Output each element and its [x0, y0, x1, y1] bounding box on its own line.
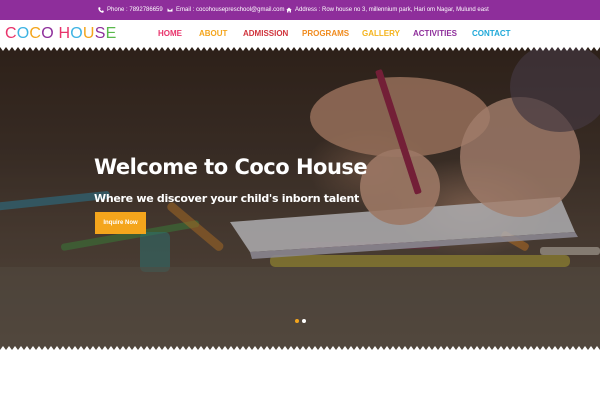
hero-bottom-zigzag-border — [0, 346, 600, 350]
hero-slider: Welcome to Coco House Where we discover … — [0, 47, 600, 350]
logo-letter: O — [16, 25, 30, 42]
hero-subtitle: Where we discover your child's inborn ta… — [94, 192, 359, 205]
logo-letter: E — [105, 25, 117, 42]
email-text: Email : cocohousepreschool@gmail.com — [176, 7, 285, 13]
logo-letter: O — [41, 25, 54, 42]
nav-programs[interactable]: PROGRAMS — [302, 29, 349, 38]
slider-dot-1[interactable] — [295, 319, 299, 323]
address-text: Address : Row house no 3, millennium par… — [295, 7, 489, 13]
logo-letter: O — [70, 25, 83, 42]
logo-letter: S — [94, 25, 106, 42]
logo-letter: C — [29, 25, 42, 42]
logo-letter: U — [82, 25, 95, 42]
nav-gallery[interactable]: GALLERY — [362, 29, 400, 38]
hero-top-zigzag-border — [0, 47, 600, 51]
envelope-icon — [167, 7, 173, 13]
phone-text: Phone : 7892786659 — [107, 7, 163, 13]
home-icon — [286, 7, 292, 13]
nav-contact[interactable]: CONTACT — [472, 29, 511, 38]
hero-title: Welcome to Coco House — [94, 155, 368, 179]
top-info-bar: Phone : 7892786659 Email : cocohousepres… — [0, 0, 600, 20]
nav-about[interactable]: ABOUT — [199, 29, 227, 38]
nav-admission[interactable]: ADMISSION — [243, 29, 288, 38]
site-logo[interactable]: COCO HOUSE — [5, 25, 116, 43]
slider-dot-2[interactable] — [302, 319, 306, 323]
address-info: Address : Row house no 3, millennium par… — [286, 7, 489, 13]
logo-letter: C — [5, 25, 17, 42]
nav-home[interactable]: HOME — [158, 29, 182, 38]
logo-letter: H — [58, 25, 71, 42]
main-navbar: COCO HOUSE HOME ABOUT ADMISSION PROGRAMS… — [0, 20, 600, 47]
email-info[interactable]: Email : cocohousepreschool@gmail.com — [167, 7, 284, 13]
phone-info[interactable]: Phone : 7892786659 — [98, 7, 163, 13]
inquire-now-button[interactable]: Inquire Now — [95, 212, 146, 234]
phone-icon — [98, 7, 104, 13]
nav-activities[interactable]: ACTIVITIES — [413, 29, 457, 38]
